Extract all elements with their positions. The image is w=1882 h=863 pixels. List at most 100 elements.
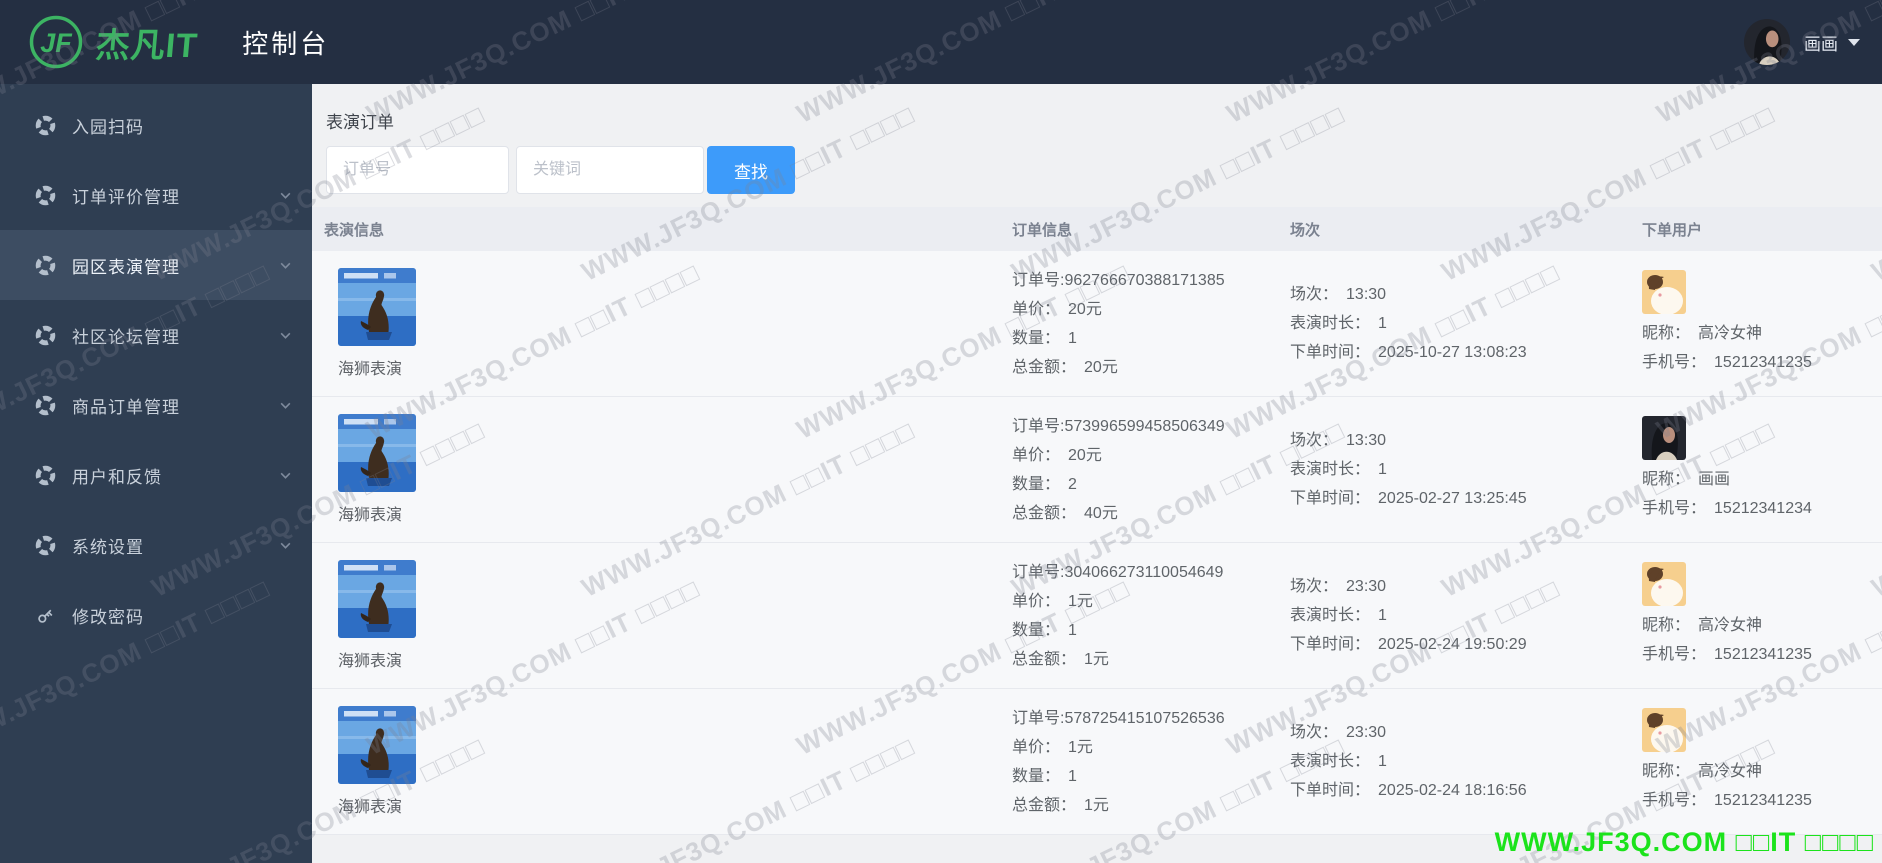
sidebar-item[interactable]: 修改密码 <box>0 580 312 650</box>
header-session: 场次 <box>1290 221 1321 239</box>
buyer-cell: 昵称： 高冷女神 手机号： 15212341235 <box>1642 270 1882 377</box>
duration-label: 表演时长： <box>1290 461 1371 478</box>
user-avatar <box>1744 19 1790 65</box>
page-title: 表演订单 <box>326 113 394 132</box>
order-row: 海狮表演 订单号:304066273110054649 单价： 1元 数量： 1 总… <box>312 543 1882 689</box>
session-value: 13:30 <box>1346 432 1387 449</box>
svg-text:JF: JF <box>40 28 73 58</box>
nickname-label: 昵称： <box>1642 763 1691 780</box>
brand-name: 杰凡IT <box>94 26 200 65</box>
sidebar-item[interactable]: 商品订单管理 <box>0 370 312 440</box>
chevron-down-icon <box>279 399 292 412</box>
session-value: 23:30 <box>1346 724 1387 741</box>
sidebar-item-label: 订单评价管理 <box>72 187 180 207</box>
order-row: 海狮表演 订单号:578725415107526536 单价： 1元 数量： 1 总… <box>312 689 1882 835</box>
user-menu[interactable]: 画画 <box>1744 0 1860 84</box>
sidebar-menu: 入园扫码 订单评价管理 园区表演管理 社区论坛管理 商品订单管理 用户和反馈 系… <box>0 84 312 650</box>
order-info-cell: 订单号:573996599458506349 单价： 20元 数量： 2 总金额： 4… <box>1012 412 1290 528</box>
duration-value: 1 <box>1378 461 1387 478</box>
performance-photo <box>338 706 416 784</box>
chevron-down-icon <box>279 469 292 482</box>
app: JF 杰凡IT 控制台 画画 入园扫码 订单评价管理 园区表演管理 社区论坛管理… <box>0 0 1882 863</box>
session-cell: 场次： 13:30 表演时长： 1 下单时间： 2025-02-27 13:25:45 <box>1290 426 1642 513</box>
performance-cell: 海狮表演 <box>312 268 1012 379</box>
caret-down-icon <box>1848 38 1860 46</box>
unit-price-label: 单价： <box>1012 300 1061 318</box>
buyer-cell: 昵称： 画画 手机号： 15212341234 <box>1642 416 1882 523</box>
unit-price-label: 单价： <box>1012 738 1061 756</box>
buyer-cell: 昵称： 高冷女神 手机号： 15212341235 <box>1642 562 1882 669</box>
duration-label: 表演时长： <box>1290 607 1371 624</box>
sidebar-item[interactable]: 用户和反馈 <box>0 440 312 510</box>
performance-cell: 海狮表演 <box>312 706 1012 817</box>
order-row: 海狮表演 订单号:962766670388171385 单价： 20元 数量： 1 … <box>312 251 1882 397</box>
search-bar: 查找 <box>326 146 1882 194</box>
phone-label: 手机号： <box>1642 500 1707 517</box>
donut-icon <box>34 114 56 136</box>
order-number: 订单号:304066273110054649 <box>1012 563 1224 581</box>
sidebar-item[interactable]: 系统设置 <box>0 510 312 580</box>
session-cell: 场次： 13:30 表演时长： 1 下单时间： 2025-10-27 13:08:23 <box>1290 280 1642 367</box>
total-value: 1元 <box>1084 796 1109 814</box>
order-number: 订单号:962766670388171385 <box>1012 271 1225 289</box>
performance-photo <box>338 560 416 638</box>
order-time-value: 2025-02-24 18:16:56 <box>1378 782 1527 799</box>
total-value: 1元 <box>1084 650 1109 668</box>
nickname-value: 画画 <box>1698 471 1731 488</box>
sidebar-item-label: 系统设置 <box>72 537 144 557</box>
donut-icon <box>34 534 56 556</box>
session-label: 场次： <box>1290 724 1339 741</box>
search-button[interactable]: 查找 <box>707 146 795 194</box>
duration-value: 1 <box>1378 315 1387 332</box>
total-value: 20元 <box>1084 358 1118 376</box>
order-number-input[interactable] <box>326 146 509 194</box>
orders-table: 表演信息 订单信息 场次 下单用户 海狮表演 订单号:9627666703881… <box>312 207 1882 835</box>
phone-label: 手机号： <box>1642 792 1707 809</box>
nickname-label: 昵称： <box>1642 471 1691 488</box>
buyer-avatar-photo <box>1642 416 1686 460</box>
unit-price-value: 20元 <box>1068 300 1102 318</box>
total-label: 总金额： <box>1012 796 1077 814</box>
unit-price-value: 1元 <box>1068 738 1093 756</box>
total-value: 40元 <box>1084 504 1118 522</box>
sidebar-item-label: 修改密码 <box>72 607 144 627</box>
phone-value: 15212341235 <box>1714 646 1812 663</box>
orders-table-header: 表演信息 订单信息 场次 下单用户 <box>312 207 1882 251</box>
performance-photo <box>338 414 416 492</box>
sidebar-item[interactable]: 社区论坛管理 <box>0 300 312 370</box>
chevron-down-icon <box>279 189 292 202</box>
sidebar-item-label: 用户和反馈 <box>72 467 162 487</box>
duration-value: 1 <box>1378 753 1387 770</box>
duration-label: 表演时长： <box>1290 315 1371 332</box>
sidebar-item-label: 园区表演管理 <box>72 257 180 277</box>
order-time-label: 下单时间： <box>1290 490 1371 507</box>
duration-value: 1 <box>1378 607 1387 624</box>
order-time-label: 下单时间： <box>1290 782 1371 799</box>
donut-icon <box>34 394 56 416</box>
performance-name: 海狮表演 <box>338 507 403 524</box>
footer-watermark: WWW.JF3Q.COM □□IT □□□□ <box>1494 827 1874 857</box>
performance-photo <box>338 268 416 346</box>
performance-name: 海狮表演 <box>338 653 403 670</box>
donut-icon <box>34 184 56 206</box>
quantity-value: 2 <box>1068 475 1077 493</box>
sidebar-item-label: 入园扫码 <box>72 117 144 137</box>
session-value: 13:30 <box>1346 286 1387 303</box>
nickname-value: 高冷女神 <box>1698 617 1763 634</box>
unit-price-value: 1元 <box>1068 592 1093 610</box>
total-label: 总金额： <box>1012 650 1077 668</box>
chevron-down-icon <box>279 259 292 272</box>
quantity-label: 数量： <box>1012 767 1061 785</box>
sidebar-item[interactable]: 园区表演管理 <box>0 230 312 300</box>
sidebar-item[interactable]: 订单评价管理 <box>0 160 312 230</box>
unit-price-value: 20元 <box>1068 446 1102 464</box>
performance-cell: 海狮表演 <box>312 560 1012 671</box>
order-time-label: 下单时间： <box>1290 344 1371 361</box>
buyer-avatar-cartoon <box>1642 562 1686 606</box>
session-label: 场次： <box>1290 432 1339 449</box>
header-performance-info: 表演信息 <box>324 221 385 239</box>
order-info-cell: 订单号:962766670388171385 单价： 20元 数量： 1 总金额： 2… <box>1012 266 1290 382</box>
keyword-input[interactable] <box>516 146 704 194</box>
sidebar-item[interactable]: 入园扫码 <box>0 90 312 160</box>
quantity-label: 数量： <box>1012 621 1061 639</box>
